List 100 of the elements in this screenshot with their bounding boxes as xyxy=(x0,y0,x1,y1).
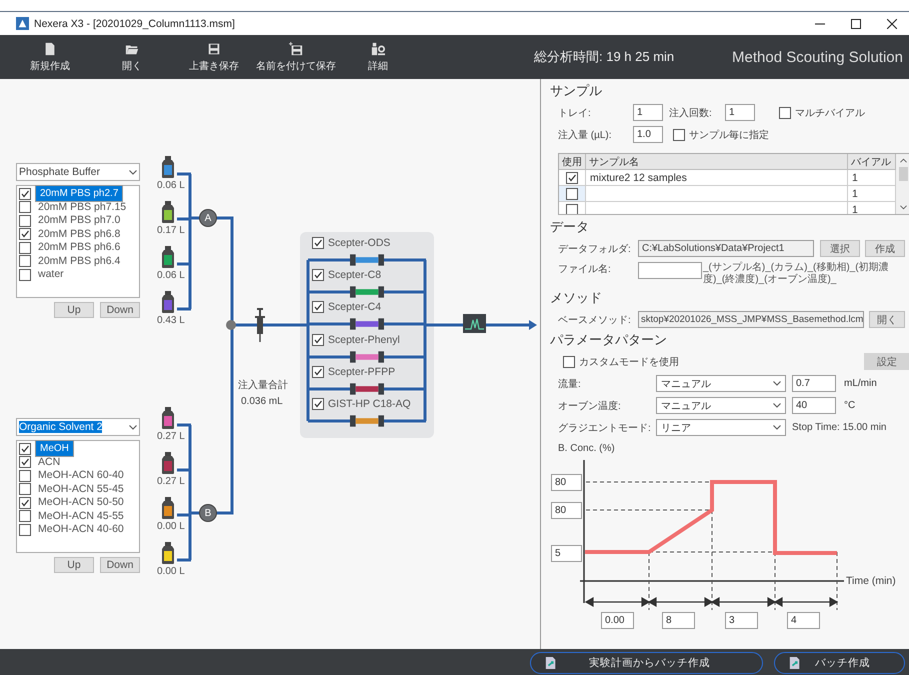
solvent-item[interactable]: 20mM PBS ph6.8 xyxy=(17,228,139,241)
field-label: データフォルダ: xyxy=(558,242,632,256)
checkbox[interactable] xyxy=(673,128,685,140)
scrollbar[interactable] xyxy=(896,154,909,214)
checkbox[interactable] xyxy=(312,301,324,313)
field-label: 流量: xyxy=(558,378,582,390)
chevron-down-icon xyxy=(773,381,781,386)
checkbox[interactable] xyxy=(312,366,324,378)
create-button[interactable]: 作成 xyxy=(865,240,905,257)
solvent-item[interactable]: MeOH-ACN 50-50 xyxy=(17,496,139,510)
tray-field[interactable]: 1 xyxy=(633,104,663,121)
solvent-item[interactable]: MeOH-ACN 60-40 xyxy=(17,469,139,482)
data-folder-field[interactable]: C:¥LabSolutions¥Data¥Project1 xyxy=(638,240,814,257)
volume-field[interactable]: 1.0 xyxy=(633,126,663,143)
checkbox[interactable] xyxy=(312,237,324,249)
checkbox[interactable] xyxy=(19,470,31,482)
solvent-item[interactable]: MeOH-ACN 40-60 xyxy=(17,523,139,536)
column-header[interactable]: サンプル名 xyxy=(586,154,848,170)
solvent-item[interactable]: MeOH-ACN 45-55 xyxy=(17,510,139,523)
checkbox[interactable] xyxy=(312,269,324,281)
checkbox[interactable] xyxy=(19,442,31,455)
checkbox[interactable] xyxy=(312,398,324,410)
batch-button[interactable]: 実験計画からバッチ作成 xyxy=(530,652,763,674)
column-name: Scepter-ODS xyxy=(328,237,390,249)
select-button[interactable]: 選択 xyxy=(820,240,860,257)
scroll-down-icon[interactable] xyxy=(900,205,906,210)
solvent-item[interactable]: water xyxy=(17,268,139,282)
mode-dropdown[interactable]: リニア xyxy=(656,419,786,436)
solvent-dropdown[interactable]: Phosphate Buffer xyxy=(16,163,140,181)
open-button[interactable]: 開く xyxy=(869,311,905,328)
concentration-field[interactable]: 80 xyxy=(551,502,582,519)
move-button[interactable]: Down xyxy=(100,302,140,318)
maximize-icon[interactable] xyxy=(851,18,861,28)
solvent-item[interactable]: 20mM PBS ph6.6 xyxy=(17,241,139,254)
checkbox[interactable] xyxy=(312,334,324,346)
unit-label: °C xyxy=(844,400,856,411)
volume-label: 0.06 L xyxy=(157,180,185,191)
checkbox[interactable] xyxy=(19,496,31,509)
time-field[interactable]: 8 xyxy=(662,612,695,629)
checkbox[interactable] xyxy=(19,524,31,536)
solvent-item[interactable]: 20mM PBS ph6.4 xyxy=(17,254,139,268)
toolbar-button[interactable]: 名前を付けて保存 xyxy=(255,42,337,72)
column-header[interactable]: 使用 xyxy=(559,154,586,170)
file-name-field[interactable] xyxy=(638,262,702,279)
field-label: ベースメソッド: xyxy=(558,314,632,326)
toolbar-button[interactable]: 開く xyxy=(91,42,173,72)
scroll-thumb[interactable] xyxy=(898,167,908,181)
solvent-item[interactable]: 20mM PBS ph7.15 xyxy=(17,200,139,214)
move-button[interactable]: Up xyxy=(54,302,94,318)
table-cell[interactable] xyxy=(559,186,586,202)
column-header[interactable]: バイアル xyxy=(848,154,896,170)
checkbox[interactable] xyxy=(566,188,578,200)
injection-count-field[interactable]: 1 xyxy=(725,104,755,121)
time-field[interactable]: 4 xyxy=(787,612,820,629)
column-name: Scepter-Phenyl xyxy=(328,334,400,346)
toolbar-button[interactable]: 上書き保存 xyxy=(173,42,255,72)
checkbox[interactable] xyxy=(566,172,578,184)
batch-button[interactable]: バッチ作成 xyxy=(774,652,905,674)
checkbox[interactable] xyxy=(563,356,575,368)
bottle-icon xyxy=(161,452,175,474)
time-field[interactable]: 3 xyxy=(725,612,758,629)
checkbox[interactable] xyxy=(19,255,31,268)
pump-badge: A xyxy=(199,209,217,227)
base-method-field[interactable]: sktop¥20201026_MSS_JMP¥MSS_Basemethod.lcm xyxy=(638,311,864,328)
value-field[interactable]: 0.7 xyxy=(792,375,836,392)
solvent-dropdown[interactable]: Organic Solvent 2 xyxy=(16,418,140,436)
solvent-item[interactable]: ACN xyxy=(17,456,139,469)
concentration-field[interactable]: 5 xyxy=(551,545,582,562)
move-button[interactable]: Down xyxy=(100,557,140,573)
scroll-up-icon[interactable] xyxy=(900,158,906,163)
checkbox[interactable] xyxy=(779,106,791,118)
checkbox[interactable] xyxy=(19,188,31,200)
checkbox-label: サンプル毎に指定 xyxy=(689,128,769,142)
checkbox[interactable] xyxy=(19,510,31,522)
checkbox[interactable] xyxy=(19,483,31,496)
move-button[interactable]: Up xyxy=(54,557,94,573)
checkbox[interactable] xyxy=(19,456,31,468)
checkbox[interactable] xyxy=(19,201,31,214)
checkbox[interactable] xyxy=(566,204,578,214)
file-name-pattern: _(サンプル名)_(カラム)_(移動相)_(初期濃度)_(終濃度)_(オーブン温度)_ xyxy=(703,262,890,286)
checkbox[interactable] xyxy=(19,242,31,254)
solvent-item[interactable]: MeOH-ACN 55-45 xyxy=(17,482,139,496)
toolbar-button[interactable]: 詳細 xyxy=(337,42,419,72)
value-field[interactable]: 40 xyxy=(792,397,836,414)
concentration-field[interactable]: 80 xyxy=(551,474,582,491)
pump-badge: B xyxy=(199,504,217,522)
solvent-item[interactable]: 20mM PBS ph7.0 xyxy=(17,214,139,228)
checkbox[interactable] xyxy=(19,228,31,240)
checkbox[interactable] xyxy=(19,214,31,227)
window-title: Nexera X3 - [20201029_Column1113.msm] xyxy=(34,18,235,30)
toolbar-button[interactable]: 新規作成 xyxy=(9,42,91,72)
time-field[interactable]: 0.00 xyxy=(601,612,634,629)
mode-dropdown[interactable]: マニュアル xyxy=(656,397,786,414)
mode-dropdown[interactable]: マニュアル xyxy=(656,375,786,392)
solvent-item[interactable]: MeOH xyxy=(17,442,139,456)
column-icon xyxy=(350,286,384,298)
settings-button[interactable]: 設定 xyxy=(864,353,909,370)
close-icon[interactable] xyxy=(887,18,897,28)
section-title: パラメータパターン xyxy=(550,331,668,348)
checkbox[interactable] xyxy=(19,268,31,281)
